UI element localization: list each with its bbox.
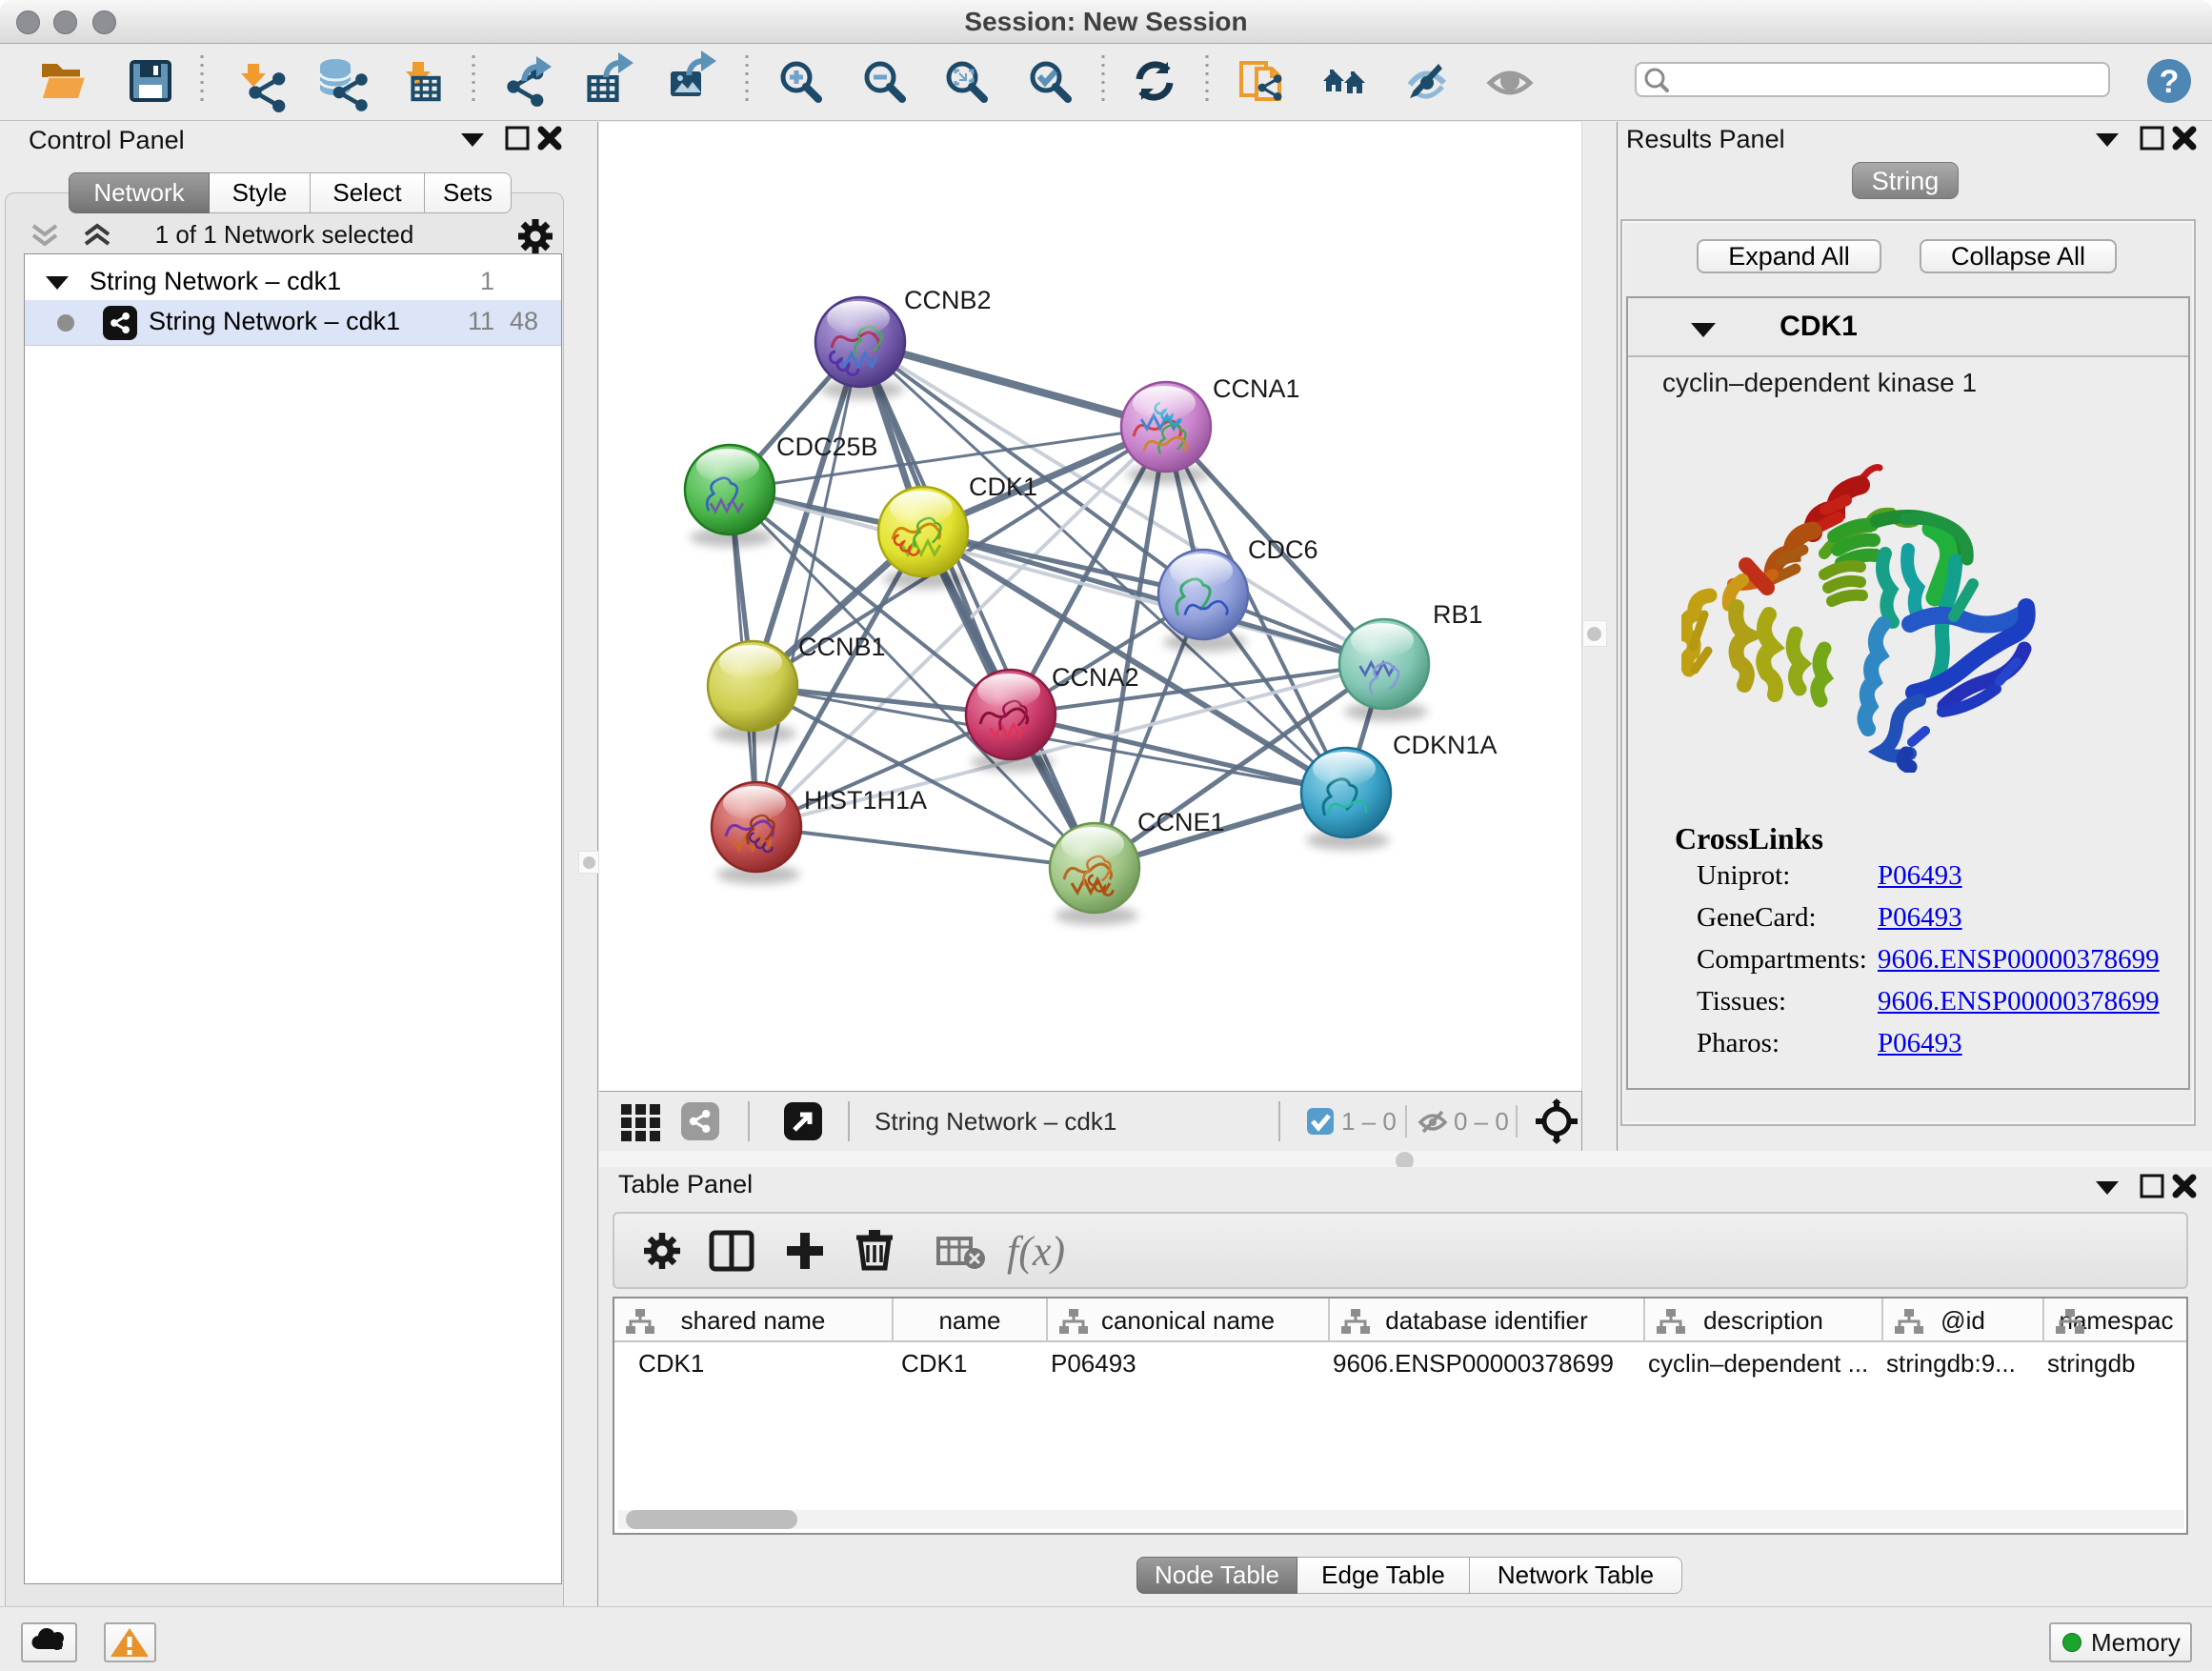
svg-text:CCNB2: CCNB2 bbox=[904, 286, 992, 314]
svg-text:CCNB1: CCNB1 bbox=[798, 633, 886, 661]
svg-text:?: ? bbox=[2160, 64, 2180, 100]
svg-text:CDC25B: CDC25B bbox=[776, 433, 878, 461]
svg-text:CCNE1: CCNE1 bbox=[1137, 808, 1225, 836]
svg-text:String Network – cdk1: String Network – cdk1 bbox=[875, 1107, 1116, 1136]
svg-text:RB1: RB1 bbox=[1433, 600, 1483, 629]
svg-text:1 – 0: 1 – 0 bbox=[1341, 1107, 1397, 1136]
svg-text:CDC6: CDC6 bbox=[1248, 535, 1318, 564]
svg-text:CCNA1: CCNA1 bbox=[1213, 374, 1300, 403]
svg-text:HIST1H1A: HIST1H1A bbox=[804, 786, 927, 815]
svg-text:CCNA2: CCNA2 bbox=[1052, 663, 1139, 692]
svg-text:CDK1: CDK1 bbox=[969, 473, 1037, 501]
svg-text:0 – 0: 0 – 0 bbox=[1454, 1107, 1509, 1136]
svg-text:f(x): f(x) bbox=[1007, 1228, 1065, 1275]
svg-text:CDKN1A: CDKN1A bbox=[1393, 731, 1498, 759]
